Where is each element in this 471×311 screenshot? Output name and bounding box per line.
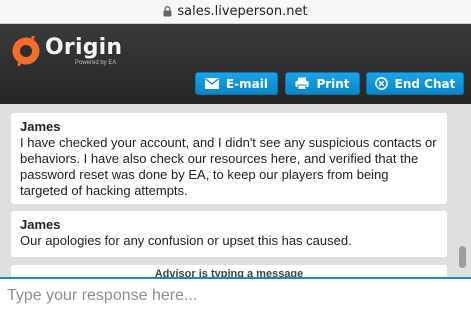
message-text: Our apologies for any confusion or upset… <box>20 233 352 248</box>
message-sender: James <box>20 119 61 134</box>
message-sender: James <box>20 217 61 232</box>
print-button[interactable]: Print <box>285 72 360 95</box>
close-circle-icon <box>374 77 388 90</box>
chat-header: Origin Powered by EA E-mail Print End Ch… <box>0 24 471 104</box>
address-bar[interactable]: sales.liveperson.net <box>0 0 471 24</box>
print-button-label: Print <box>316 76 350 91</box>
message-text: I have checked your account, and I didn'… <box>20 135 437 198</box>
chat-transcript[interactable]: James I have checked your account, and I… <box>0 104 471 277</box>
chat-scrollbar[interactable] <box>459 246 466 268</box>
typing-indicator-box: Advisor is typing a message <box>11 265 447 277</box>
url-text: sales.liveperson.net <box>177 4 308 19</box>
end-chat-button[interactable]: End Chat <box>366 72 464 95</box>
message-input[interactable] <box>7 286 462 306</box>
chat-message: James I have checked your account, and I… <box>11 113 447 204</box>
end-chat-button-label: End Chat <box>394 76 456 91</box>
origin-logo-icon <box>12 36 40 66</box>
chat-message: James Our apologies for any confusion or… <box>11 211 447 257</box>
message-composer <box>0 277 471 311</box>
origin-logo: Origin Powered by EA <box>11 33 122 69</box>
envelope-icon <box>204 78 219 89</box>
printer-icon <box>295 77 309 90</box>
email-button[interactable]: E-mail <box>195 72 278 95</box>
typing-indicator: Advisor is typing a message <box>154 268 304 277</box>
lock-icon <box>163 6 172 17</box>
logo-wordmark: Origin <box>45 34 123 60</box>
logo-tagline: Powered by EA <box>75 59 117 66</box>
email-button-label: E-mail <box>225 76 268 91</box>
